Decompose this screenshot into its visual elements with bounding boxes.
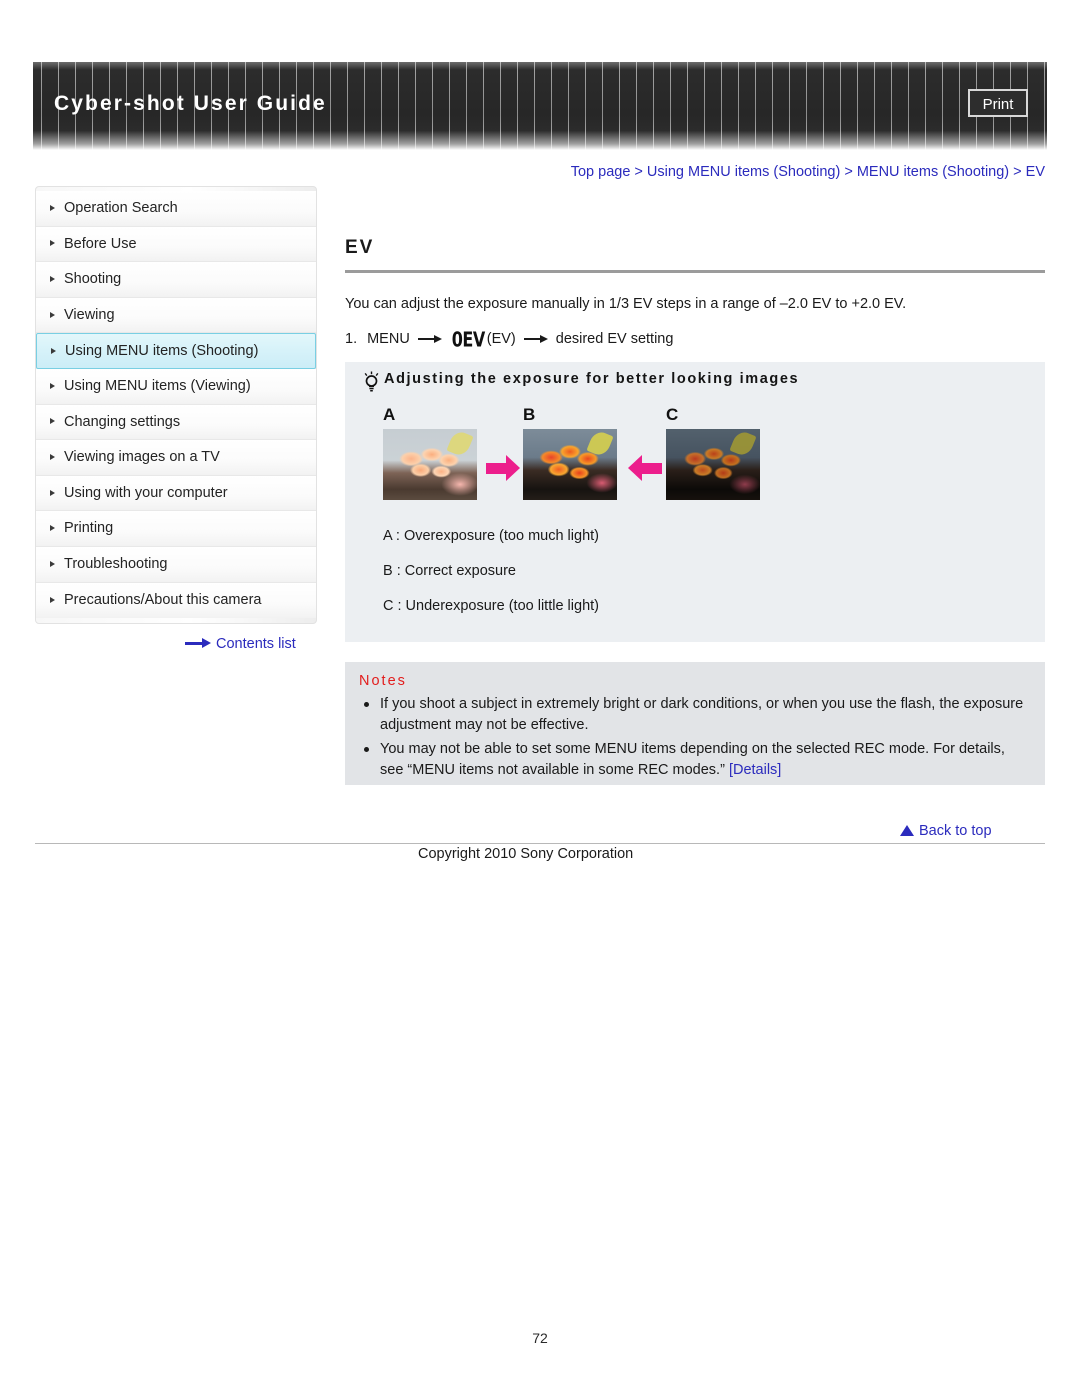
chevron-right-icon: [50, 596, 55, 603]
notes-title: Notes: [359, 673, 407, 689]
details-link[interactable]: [Details]: [729, 762, 781, 778]
arrow-right-icon-pink: [486, 455, 520, 481]
tip-heading-text: Adjusting the exposure for better lookin…: [384, 371, 800, 387]
guide-page: Cyber-shot User Guide Print Top page > U…: [0, 0, 1080, 1397]
chevron-right-icon: [50, 311, 55, 318]
sidebar-item-label: Viewing: [64, 306, 115, 323]
chevron-right-icon: [50, 204, 55, 211]
breadcrumb[interactable]: Top page > Using MENU items (Shooting) >…: [345, 164, 1045, 180]
sidebar-item-label: Troubleshooting: [64, 555, 168, 572]
arrow-right-icon: [523, 334, 548, 344]
notes-box: Notes If you shoot a subject in extremel…: [345, 662, 1045, 785]
sidebar-item-label: Using MENU items (Shooting): [65, 343, 259, 360]
caption-b: B : Correct exposure: [383, 563, 516, 579]
app-header: Cyber-shot User Guide Print: [33, 62, 1047, 150]
chevron-right-icon: [50, 560, 55, 567]
back-to-top-label: Back to top: [919, 823, 992, 839]
sidebar-item-troubleshooting[interactable]: Troubleshooting: [36, 546, 316, 583]
contents-list-label: Contents list: [216, 636, 296, 652]
leaf-shape: [446, 429, 474, 458]
leaf-shape: [729, 429, 757, 458]
photo-cell-a: A: [383, 405, 477, 500]
sidebar-item-label: Printing: [64, 520, 114, 537]
sidebar-item-using-menu-items-viewing[interactable]: Using MENU items (Viewing): [36, 368, 316, 405]
chevron-right-icon: [51, 347, 56, 354]
sidebar-item-label: Changing settings: [64, 413, 181, 430]
contents-list-link[interactable]: Contents list: [185, 636, 296, 652]
sidebar-item-label: Operation Search: [64, 200, 178, 216]
sidebar-item-label: Using MENU items (Viewing): [64, 377, 251, 394]
step-menu-label: MENU: [367, 331, 410, 348]
note-item: You may not be able to set some MENU ite…: [359, 739, 1029, 782]
step-setting-label: desired EV setting: [555, 331, 674, 348]
sidebar-item-precautions-about-this-camera[interactable]: Precautions/About this camera: [36, 582, 316, 619]
exposure-example-photos: A B C: [383, 405, 813, 510]
note-item: If you shoot a subject in extremely brig…: [359, 694, 1029, 737]
sidebar-item-viewing-images-on-a-tv[interactable]: Viewing images on a TV: [36, 440, 316, 476]
caption-a: A : Overexposure (too much light): [383, 528, 599, 544]
arrow-left-icon-pink: [628, 455, 662, 481]
footer-divider: [35, 843, 1045, 844]
main-content: EV You can adjust the exposure manually …: [345, 224, 1045, 352]
sidebar-item-label: Precautions/About this camera: [64, 591, 262, 608]
notes-list: If you shoot a subject in extremely brig…: [359, 694, 1029, 782]
note-text: If you shoot a subject in extremely brig…: [380, 696, 1024, 734]
tip-box: Adjusting the exposure for better lookin…: [345, 362, 1045, 642]
photo-label-a: A: [383, 405, 396, 424]
app-title: Cyber-shot User Guide: [54, 92, 327, 115]
chevron-right-icon: [50, 382, 55, 389]
photo-cell-c: C: [666, 405, 760, 500]
sidebar-item-using-menu-items-shooting[interactable]: Using MENU items (Shooting): [36, 333, 316, 369]
photo-captions: A : Overexposure (too much light) B : Co…: [383, 528, 599, 633]
sidebar-item-shooting[interactable]: Shooting: [36, 262, 316, 298]
ev-icon: 0EV: [451, 327, 485, 352]
step-number: 1.: [345, 331, 358, 348]
chevron-right-icon: [50, 489, 55, 496]
chevron-right-icon: [50, 453, 55, 460]
arrow-right-icon: [185, 638, 211, 649]
back-to-top-link[interactable]: Back to top: [900, 823, 992, 839]
leaf-shape: [586, 429, 614, 458]
photo-cell-b: B: [523, 405, 617, 500]
print-button[interactable]: Print: [968, 89, 1028, 117]
sidebar-item-operation-search[interactable]: Operation Search: [36, 191, 316, 227]
sidebar-item-using-with-your-computer[interactable]: Using with your computer: [36, 475, 316, 512]
chevron-right-icon: [50, 418, 55, 425]
photo-label-c: C: [666, 405, 679, 424]
photo-overexposed: [383, 429, 477, 500]
page-number: 72: [532, 1330, 548, 1346]
caption-c: C : Underexposure (too little light): [383, 598, 599, 614]
photo-correct-exposure: [523, 429, 617, 500]
step-ev-label: (EV): [486, 331, 516, 348]
intro-paragraph: You can adjust the exposure manually in …: [345, 295, 907, 312]
chevron-right-icon: [50, 525, 55, 532]
sidebar-item-label: Before Use: [64, 235, 137, 252]
sidebar-item-viewing[interactable]: Viewing: [36, 297, 316, 334]
sidebar-nav: Operation Search Before Use Shooting Vie…: [35, 186, 317, 625]
sidebar-item-before-use[interactable]: Before Use: [36, 226, 316, 263]
chevron-right-icon: [50, 275, 55, 282]
copyright-text: Copyright 2010 Sony Corporation: [418, 846, 634, 862]
photo-label-b: B: [523, 405, 536, 424]
page-title: EV: [345, 237, 1045, 273]
triangle-up-icon: [900, 825, 914, 836]
procedure-step-1: 1. MENU 0EV (EV) desired EV setting: [345, 327, 1045, 352]
arrow-right-icon: [417, 334, 442, 344]
chevron-right-icon: [50, 240, 55, 247]
tip-heading: Adjusting the exposure for better lookin…: [358, 371, 799, 387]
photo-underexposed: [666, 429, 760, 500]
sidebar-item-printing[interactable]: Printing: [36, 511, 316, 547]
sidebar-item-label: Using with your computer: [64, 484, 228, 501]
note-text: You may not be able to set some MENU ite…: [380, 740, 1005, 779]
sidebar-item-label: Shooting: [64, 271, 122, 288]
sidebar-item-changing-settings[interactable]: Changing settings: [36, 404, 316, 441]
sidebar-item-label: Viewing images on a TV: [64, 449, 220, 466]
